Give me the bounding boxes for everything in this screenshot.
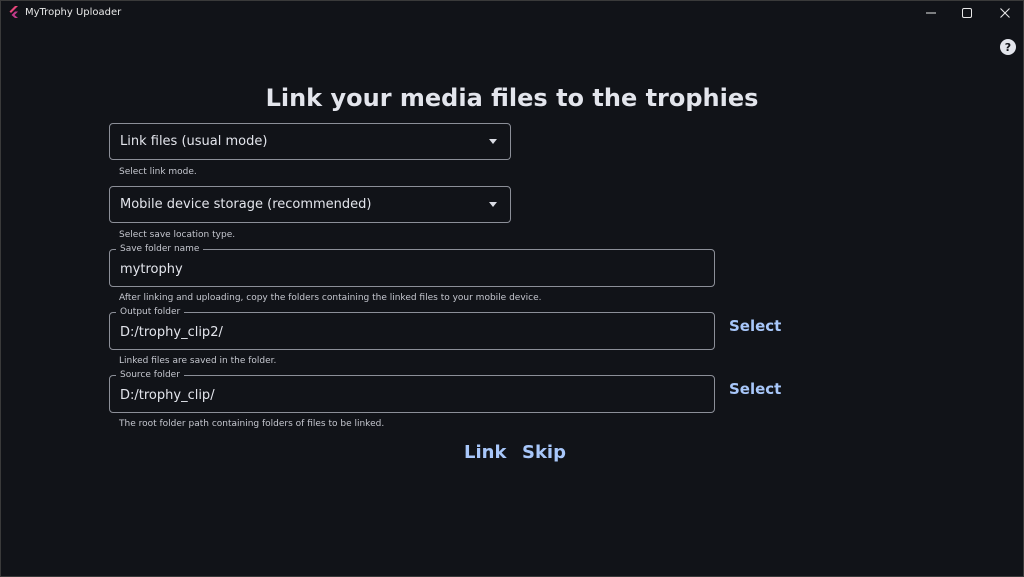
save-folder-name-value: mytrophy (120, 262, 183, 277)
close-button[interactable] (986, 1, 1023, 25)
maximize-button[interactable] (948, 1, 986, 25)
flutter-logo-icon (9, 6, 18, 18)
output-folder-select-button[interactable]: Select (729, 316, 781, 336)
link-button[interactable]: Link (464, 441, 506, 465)
caret-down-icon (489, 139, 497, 144)
title-bar[interactable]: MyTrophy Uploader (1, 1, 1023, 25)
link-mode-helper-text: Select link mode. (119, 167, 197, 177)
output-folder-value: D:/trophy_clip2/ (120, 325, 223, 340)
location-type-dropdown[interactable]: Mobile device storage (recommended) (109, 186, 511, 223)
window-title: MyTrophy Uploader (25, 7, 122, 18)
help-button[interactable]: ? (1000, 39, 1016, 55)
minimize-button[interactable] (912, 1, 950, 25)
minimize-icon (926, 12, 936, 14)
link-mode-selected-value: Link files (usual mode) (120, 134, 268, 149)
save-folder-name-field[interactable]: Save folder name mytrophy (109, 243, 715, 287)
close-icon (1000, 8, 1010, 18)
svg-text:?: ? (1005, 41, 1011, 54)
app-window: MyTrophy Uploader ? Link your media file… (0, 0, 1024, 577)
help-circle-icon: ? (1000, 39, 1016, 55)
output-folder-helper-text: Linked files are saved in the folder. (119, 356, 277, 366)
source-folder-label: Source folder (116, 369, 184, 381)
source-folder-value: D:/trophy_clip/ (120, 388, 215, 403)
output-folder-label: Output folder (116, 306, 185, 318)
save-folder-name-label: Save folder name (116, 243, 204, 255)
maximize-icon (962, 8, 972, 18)
location-type-selected-value: Mobile device storage (recommended) (120, 197, 372, 212)
page-heading: Link your media files to the trophies (265, 84, 759, 112)
source-folder-helper-text: The root folder path containing folders … (119, 419, 385, 429)
source-folder-field[interactable]: Source folder D:/trophy_clip/ (109, 369, 715, 413)
link-mode-dropdown[interactable]: Link files (usual mode) (109, 123, 511, 160)
skip-button[interactable]: Skip (522, 441, 566, 465)
output-folder-field[interactable]: Output folder D:/trophy_clip2/ (109, 306, 715, 350)
save-folder-helper-text: After linking and uploading, copy the fo… (119, 293, 542, 303)
caret-down-icon (489, 202, 497, 207)
location-type-helper-text: Select save location type. (119, 230, 236, 240)
source-folder-select-button[interactable]: Select (729, 379, 781, 399)
